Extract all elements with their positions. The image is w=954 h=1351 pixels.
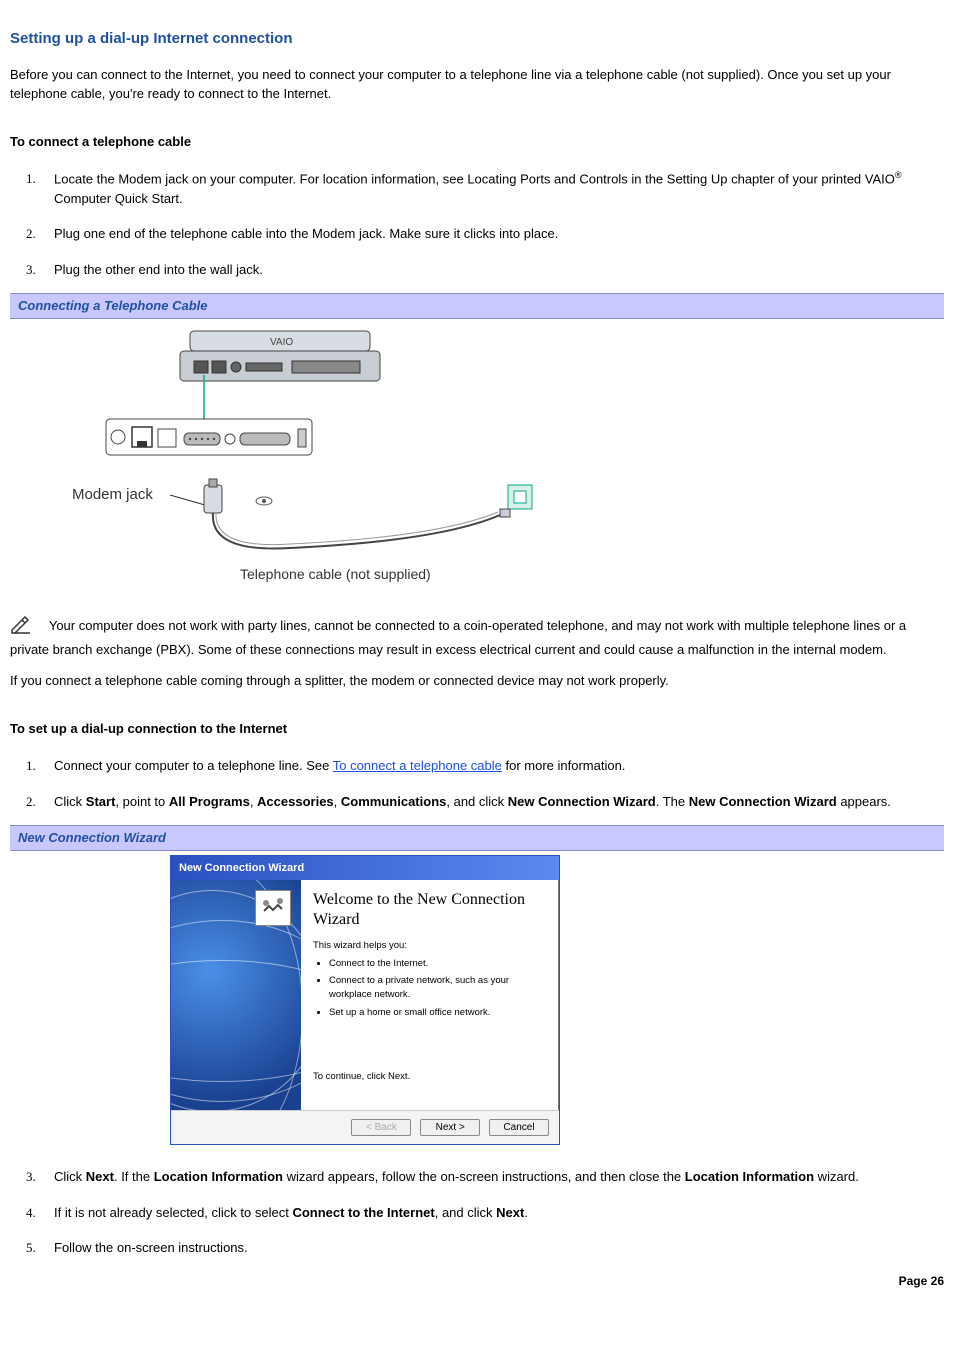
t: . The: [656, 794, 689, 809]
step-number: 2.: [26, 792, 36, 812]
step-number: 3.: [26, 1167, 36, 1187]
wizard-bullet: Connect to a private network, such as yo…: [329, 974, 547, 1003]
port-panel-icon: [106, 419, 312, 455]
t: appears.: [837, 794, 891, 809]
cable-label: Telephone cable (not supplied): [240, 566, 431, 582]
wizard-bullet-list: Connect to the Internet. Connect to a pr…: [313, 957, 547, 1020]
step-number: 1.: [26, 169, 36, 189]
t: , and click: [446, 794, 507, 809]
list-item: 3. Click Next. If the Location Informati…: [50, 1159, 944, 1195]
laptop-icon: VAIO: [180, 331, 380, 381]
step-number: 2.: [26, 224, 36, 244]
step-text: Connect your computer to a telephone lin…: [54, 758, 333, 773]
list-item: 1. Connect your computer to a telephone …: [50, 748, 944, 784]
t: Communications: [341, 794, 446, 809]
step-text-post: for more information.: [502, 758, 626, 773]
modem-jack-label: Modem jack: [72, 486, 153, 503]
wizard-dialog: New Connection Wizard Welcome to the New…: [170, 855, 560, 1146]
t: , and click: [435, 1205, 496, 1220]
t: ,: [250, 794, 257, 809]
registered-mark: ®: [895, 170, 902, 180]
back-button: < Back: [351, 1119, 411, 1136]
step-number: 3.: [26, 260, 36, 280]
step-text: Plug the other end into the wall jack.: [54, 262, 263, 277]
t: Start: [86, 794, 116, 809]
t: All Programs: [169, 794, 250, 809]
intro-paragraph: Before you can connect to the Internet, …: [10, 65, 944, 104]
wizard-continue-text: To continue, click Next.: [313, 1070, 547, 1084]
t: New Connection Wizard: [508, 794, 656, 809]
t: wizard appears, follow the on-screen ins…: [283, 1169, 685, 1184]
next-button[interactable]: Next >: [420, 1119, 480, 1136]
page-title: Setting up a dial-up Internet connection: [10, 28, 944, 51]
t: Location Information: [685, 1169, 814, 1184]
cable-plug-icon: [204, 479, 222, 513]
t: .: [524, 1205, 528, 1220]
t: Accessories: [257, 794, 334, 809]
figure-1-illustration: VAIO Modem jack: [60, 323, 944, 599]
step-text: Locate the Modem jack on your computer. …: [54, 171, 895, 186]
note-paragraph-1: Your computer does not work with party l…: [10, 616, 944, 659]
note-text: Your computer does not work with party l…: [10, 618, 906, 657]
t: ,: [334, 794, 341, 809]
step-number: 5.: [26, 1238, 36, 1258]
t: Connect to the Internet: [292, 1205, 434, 1220]
section-1-heading: To connect a telephone cable: [10, 132, 944, 152]
t: If it is not already selected, click to …: [54, 1205, 292, 1220]
wizard-bullet: Set up a home or small office network.: [329, 1006, 547, 1020]
wizard-titlebar: New Connection Wizard: [171, 856, 559, 881]
t: Click: [54, 794, 86, 809]
wizard-side-graphic: [171, 880, 301, 1110]
t: , point to: [115, 794, 168, 809]
list-item: 2. Plug one end of the telephone cable i…: [50, 216, 944, 252]
t: New Connection Wizard: [689, 794, 837, 809]
t: . If the: [114, 1169, 154, 1184]
wizard-handshake-icon: [255, 890, 291, 926]
wizard-footer: < Back Next > Cancel: [171, 1110, 559, 1144]
step-text: Follow the on-screen instructions.: [54, 1240, 248, 1255]
note-pencil-icon: [10, 616, 38, 640]
t: Click: [54, 1169, 86, 1184]
list-item: 2. Click Start, point to All Programs, A…: [50, 784, 944, 820]
section-2-heading: To set up a dial-up connection to the In…: [10, 719, 944, 739]
wizard-bullet: Connect to the Internet.: [329, 957, 547, 971]
list-item: 5. Follow the on-screen instructions.: [50, 1230, 944, 1266]
section-1-list: 1. Locate the Modem jack on your compute…: [10, 161, 944, 287]
figure-1-caption-bar: Connecting a Telephone Cable: [10, 293, 944, 319]
note-paragraph-2: If you connect a telephone cable coming …: [10, 671, 944, 691]
step-text-post: Computer Quick Start.: [54, 191, 183, 206]
list-item: 1. Locate the Modem jack on your compute…: [50, 161, 944, 216]
wizard-help-text: This wizard helps you:: [313, 939, 547, 953]
section-2-list-continued: 3. Click Next. If the Location Informati…: [10, 1159, 944, 1266]
t: wizard.: [814, 1169, 859, 1184]
t: Next: [496, 1205, 524, 1220]
list-item: 4. If it is not already selected, click …: [50, 1195, 944, 1231]
section-2-list: 1. Connect your computer to a telephone …: [10, 748, 944, 819]
svg-text:VAIO: VAIO: [270, 337, 293, 348]
t: Next: [86, 1169, 114, 1184]
wizard-welcome-heading: Welcome to the New Connection Wizard: [313, 890, 547, 928]
figure-2-caption-bar: New Connection Wizard: [10, 825, 944, 851]
link-connect-telephone-cable[interactable]: To connect a telephone cable: [333, 758, 502, 773]
page-number: Page 26: [10, 1272, 944, 1290]
step-number: 1.: [26, 756, 36, 776]
list-item: 3. Plug the other end into the wall jack…: [50, 252, 944, 288]
wall-jack-icon: [500, 485, 532, 517]
step-text: Plug one end of the telephone cable into…: [54, 226, 558, 241]
cancel-button[interactable]: Cancel: [489, 1119, 549, 1136]
step-number: 4.: [26, 1203, 36, 1223]
wizard-main-panel: Welcome to the New Connection Wizard Thi…: [301, 880, 559, 1110]
t: Location Information: [154, 1169, 283, 1184]
